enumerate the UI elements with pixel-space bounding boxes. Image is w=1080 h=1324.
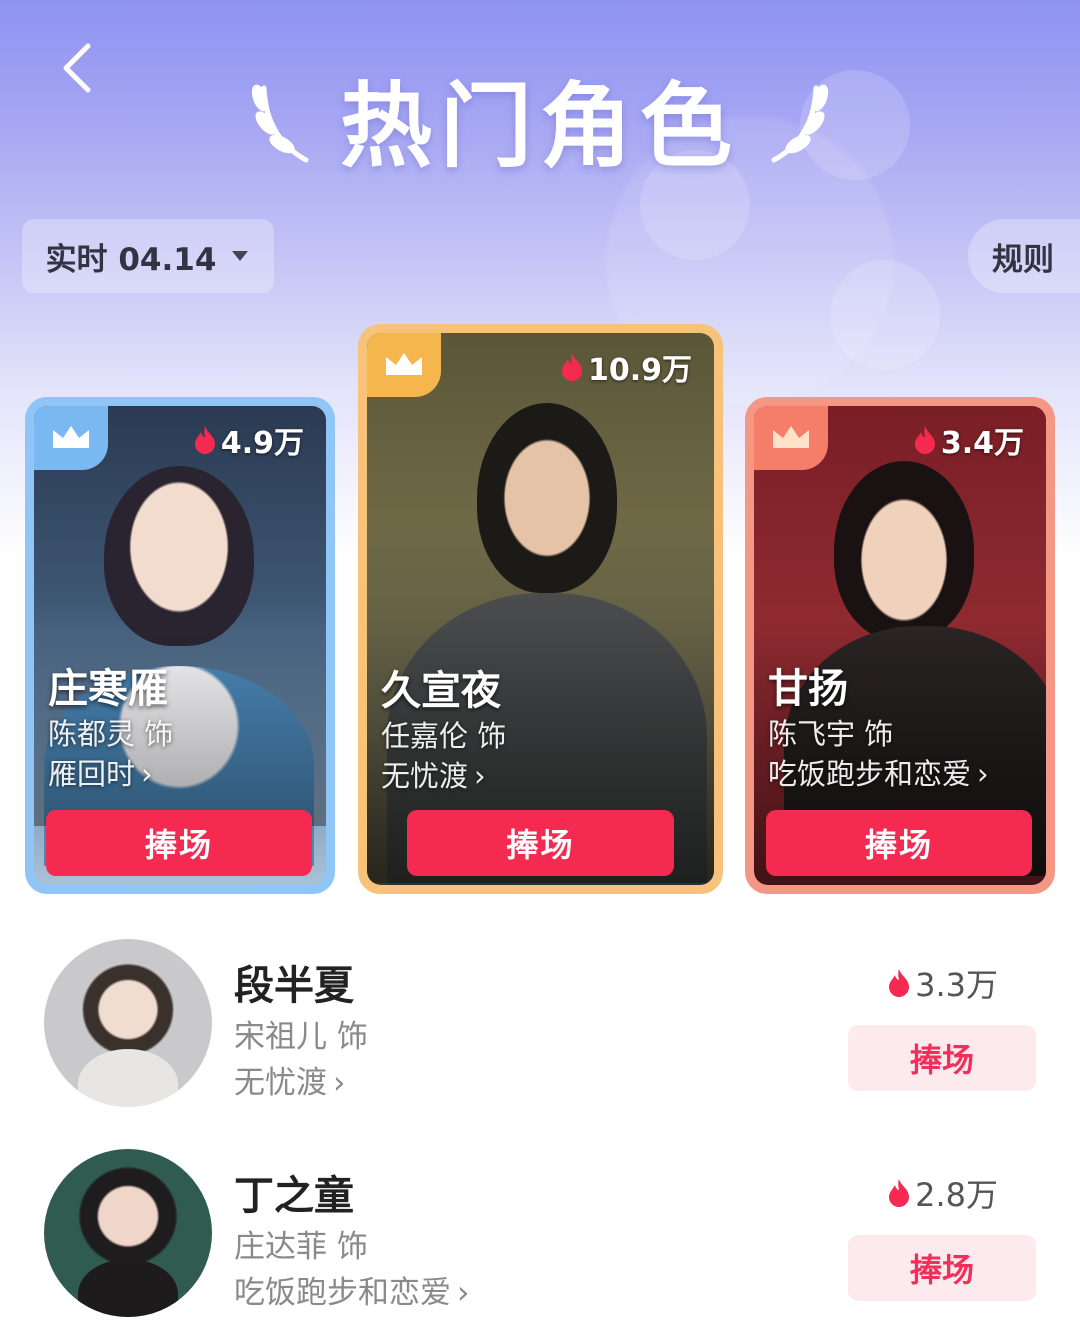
chevron-right-icon: › — [457, 1275, 470, 1311]
date-label: 实时 04.14 — [45, 241, 217, 278]
chevron-left-icon — [63, 43, 91, 93]
heat-value: 3.4万 — [913, 418, 1024, 462]
heat-text: 2.8万 — [915, 1176, 998, 1214]
drama-title: 吃饭跑步和恋爱 — [768, 757, 972, 791]
back-button[interactable] — [52, 40, 102, 96]
laurel-icon — [251, 84, 309, 163]
character-name: 久宣夜 — [381, 668, 501, 714]
drama-link[interactable]: 无忧渡 › — [381, 753, 486, 795]
avatar[interactable] — [44, 1149, 212, 1317]
character-name: 庄寒雁 — [48, 666, 168, 712]
card-photo: 10.9万 久宣夜 任嘉伦 饰 无忧渡 › 捧场 — [367, 333, 714, 885]
heat-value: 3.3万 — [887, 960, 998, 1006]
heat-value: 2.8万 — [887, 1170, 998, 1216]
avatar-costume — [78, 1259, 178, 1317]
heat-text: 3.4万 — [940, 426, 1024, 461]
rules-button[interactable]: 规则 — [968, 219, 1080, 293]
cheer-label: 捧场 — [909, 1041, 974, 1079]
cheer-label: 捧场 — [506, 826, 575, 864]
flame-icon — [194, 426, 215, 454]
actor-credit: 陈飞宇 饰 — [768, 717, 894, 751]
cheer-button[interactable]: 捧场 — [848, 1025, 1036, 1091]
flame-icon — [914, 426, 935, 454]
character-name: 段半夏 — [234, 963, 354, 1009]
date-selector[interactable]: 实时 04.14 — [22, 219, 274, 293]
portrait-figure — [834, 461, 974, 641]
flame-icon — [889, 969, 910, 997]
heat-value: 10.9万 — [560, 345, 692, 389]
page-header: 热门角色 — [230, 58, 850, 180]
page-title: 热门角色 — [339, 72, 740, 180]
cheer-button[interactable]: 捧场 — [407, 810, 674, 876]
drama-title: 吃饭跑步和恋爱 — [234, 1275, 451, 1311]
cheer-label: 捧场 — [909, 1251, 974, 1289]
top-card-1[interactable]: 10.9万 久宣夜 任嘉伦 饰 无忧渡 › 捧场 — [358, 324, 723, 894]
drama-link[interactable]: 吃饭跑步和恋爱 › — [768, 751, 989, 793]
crown-badge — [754, 406, 828, 470]
portrait-figure — [104, 466, 254, 646]
drama-link[interactable]: 无忧渡 › — [234, 1057, 345, 1102]
card-photo: 4.9万 庄寒雁 陈都灵 饰 雁回时 › 捧场 — [34, 406, 326, 885]
chevron-right-icon: › — [977, 757, 989, 791]
cheer-label: 捧场 — [864, 826, 933, 864]
cheer-button[interactable]: 捧场 — [46, 810, 312, 876]
caret-down-icon — [232, 251, 249, 261]
crown-badge — [34, 406, 108, 470]
list-item[interactable]: 丁之童 庄达菲 饰 吃饭跑步和恋爱 › 2.8万 捧场 — [0, 1145, 1080, 1324]
crown-icon — [386, 353, 422, 375]
heat-value: 4.9万 — [193, 418, 304, 462]
card-photo: 3.4万 甘扬 陈飞宇 饰 吃饭跑步和恋爱 › 捧场 — [754, 406, 1046, 885]
drama-title: 雁回时 — [48, 757, 136, 791]
cheer-button[interactable]: 捧场 — [848, 1235, 1036, 1301]
portrait-figure — [477, 403, 617, 593]
drama-title: 无忧渡 — [381, 759, 469, 793]
flame-icon — [889, 1179, 910, 1207]
top-card-3[interactable]: 3.4万 甘扬 陈飞宇 饰 吃饭跑步和恋爱 › 捧场 — [745, 397, 1055, 894]
avatar-costume — [78, 1049, 178, 1107]
heat-text: 4.9万 — [220, 426, 304, 461]
character-name: 丁之童 — [234, 1173, 354, 1219]
chevron-right-icon: › — [333, 1065, 346, 1101]
drama-link[interactable]: 吃饭跑步和恋爱 › — [234, 1267, 469, 1312]
drama-link[interactable]: 雁回时 › — [48, 751, 153, 793]
flame-icon — [561, 353, 582, 381]
avatar[interactable] — [44, 939, 212, 1107]
top-card-2[interactable]: 4.9万 庄寒雁 陈都灵 饰 雁回时 › 捧场 — [25, 397, 335, 894]
laurel-icon — [771, 84, 829, 163]
crown-icon — [53, 426, 89, 448]
actor-credit: 陈都灵 饰 — [48, 717, 174, 751]
crown-icon — [773, 426, 809, 448]
list-item[interactable]: 段半夏 宋祖儿 饰 无忧渡 › 3.3万 捧场 — [0, 935, 1080, 1135]
chevron-right-icon: › — [474, 759, 486, 793]
heat-text: 10.9万 — [587, 353, 692, 388]
rules-label: 规则 — [992, 241, 1054, 278]
actor-credit: 庄达菲 饰 — [234, 1229, 368, 1265]
crown-badge — [367, 333, 441, 397]
drama-title: 无忧渡 — [234, 1065, 327, 1101]
actor-credit: 宋祖儿 饰 — [234, 1019, 368, 1055]
heat-text: 3.3万 — [915, 966, 998, 1004]
cheer-button[interactable]: 捧场 — [766, 810, 1032, 876]
actor-credit: 任嘉伦 饰 — [381, 719, 507, 753]
character-name: 甘扬 — [768, 666, 848, 712]
chevron-right-icon: › — [141, 757, 153, 791]
cheer-label: 捧场 — [144, 826, 213, 864]
reel-hole — [830, 260, 940, 370]
